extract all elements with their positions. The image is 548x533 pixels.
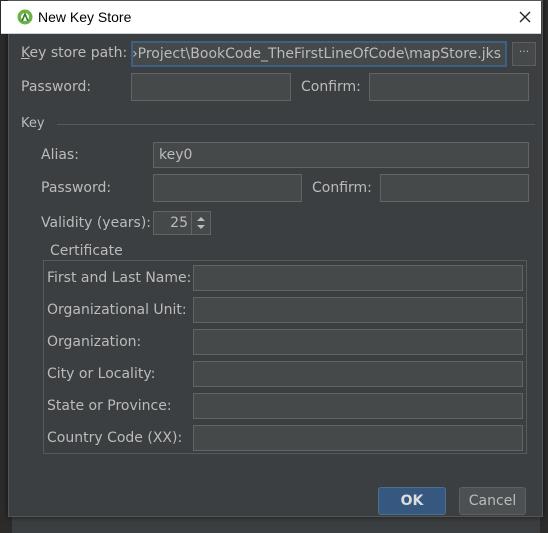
validity-spinner[interactable]: 25 xyxy=(153,211,211,235)
window-title: New Key Store xyxy=(38,9,132,25)
certificate-field-input[interactable] xyxy=(193,393,523,419)
browse-button[interactable]: ··· xyxy=(512,42,536,66)
alias-input[interactable]: key0 xyxy=(153,142,529,168)
alias-label: Alias: xyxy=(41,147,79,163)
key-store-path-label: Key store path: xyxy=(21,45,128,61)
keystore-confirm-input[interactable] xyxy=(369,73,529,101)
certificate-field-label: Organization: xyxy=(47,334,142,350)
key-store-path-value: ›Project\BookCode_TheFirstLineOfCode\map… xyxy=(132,46,501,62)
validity-value: 25 xyxy=(170,215,188,231)
certificate-field-label: City or Locality: xyxy=(47,366,156,382)
certificate-field-input[interactable] xyxy=(193,265,523,291)
android-studio-icon xyxy=(17,9,33,25)
key-section-label: Key xyxy=(21,116,45,131)
key-confirm-label: Confirm: xyxy=(312,180,372,196)
keystore-confirm-label: Confirm: xyxy=(301,79,361,95)
key-store-path-input[interactable]: ›Project\BookCode_TheFirstLineOfCode\map… xyxy=(131,41,507,67)
certificate-field-label: First and Last Name: xyxy=(47,270,192,286)
spinner-arrows-icon[interactable] xyxy=(191,212,210,234)
key-password-input[interactable] xyxy=(153,174,302,202)
certificate-field-input[interactable] xyxy=(193,329,523,355)
close-icon[interactable] xyxy=(510,4,540,30)
certificate-field-label: Organizational Unit: xyxy=(47,302,187,318)
certificate-field-input[interactable] xyxy=(193,361,523,387)
cancel-button[interactable]: Cancel xyxy=(459,487,526,515)
certificate-field-input[interactable] xyxy=(193,425,523,451)
validity-label: Validity (years): xyxy=(41,215,152,231)
new-key-store-dialog: New Key Store Key store path: ›Project\B… xyxy=(1,0,543,517)
title-bar: New Key Store xyxy=(1,1,541,34)
key-confirm-input[interactable] xyxy=(380,174,529,202)
certificate-title: Certificate xyxy=(47,243,126,259)
key-section-divider xyxy=(57,124,535,125)
ok-button[interactable]: OK xyxy=(378,487,446,515)
keystore-password-label: Password: xyxy=(21,79,92,95)
certificate-field-label: Country Code (XX): xyxy=(47,430,183,446)
certificate-field-input[interactable] xyxy=(193,297,523,323)
key-password-label: Password: xyxy=(41,180,112,196)
keystore-password-input[interactable] xyxy=(131,73,291,101)
certificate-field-label: State or Province: xyxy=(47,398,172,414)
